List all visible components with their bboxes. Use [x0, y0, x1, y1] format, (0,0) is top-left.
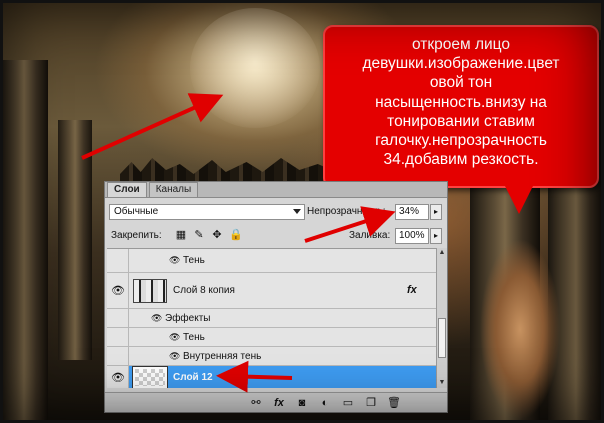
lock-transparency-icon[interactable]: ▦ — [175, 229, 187, 241]
opacity-label: Непрозрачность: — [307, 206, 386, 217]
opacity-input[interactable]: 34% — [395, 204, 429, 220]
effect-label: Тень — [183, 332, 205, 343]
add-layer-style-fx-icon[interactable]: fx — [272, 396, 286, 410]
eye-column — [107, 347, 129, 365]
effect-shadow: 👁 Тень — [169, 332, 205, 343]
girl-face-overlay — [190, 8, 320, 128]
eye-column — [107, 309, 129, 327]
eye-icon[interactable]: 👁 — [151, 313, 165, 324]
fill-label: Заливка: — [349, 230, 391, 241]
blend-opacity-row: Обычные Непрозрачность: 34% ▸ — [109, 204, 443, 220]
bottom-toolbar-icons: ⚯ fx ◙ ◐ ▭ ❐ 🗑 — [249, 396, 401, 410]
layers-list: 👁 Тень 👁 Слой 8 копия fx 👁 Эффекты 👁 Тень — [107, 248, 436, 388]
effect-label: Внутренняя тень — [183, 351, 262, 362]
scroll-down-icon[interactable]: ▼ — [437, 378, 447, 388]
layers-bottom-toolbar: ⚯ fx ◙ ◐ ▭ ❐ 🗑 — [105, 392, 447, 412]
list-item[interactable]: 👁 Тень — [107, 328, 436, 347]
fill-input[interactable]: 100% — [395, 228, 429, 244]
lock-fill-row: Закрепить: ▦ ✎ ✥ 🔒 Заливка: 100% ▸ — [109, 228, 443, 244]
list-item[interactable]: 👁 Эффекты — [107, 309, 436, 328]
chevron-down-icon — [293, 209, 301, 214]
pillar-left-far — [58, 120, 92, 360]
effects-group: 👁 Эффекты — [151, 313, 210, 324]
panel-tabs: Слои Каналы — [105, 182, 447, 198]
layer-name[interactable]: Слой 12 — [173, 372, 213, 383]
scroll-up-icon[interactable]: ▲ — [437, 248, 447, 258]
list-item[interactable]: 👁 Внутренняя тень — [107, 347, 436, 366]
effects-label: Эффекты — [165, 313, 211, 324]
lock-label: Закрепить: — [111, 230, 162, 241]
statue-figure — [470, 215, 570, 423]
annotation-text: откроем лицо девушки.изображение.цвет ов… — [362, 36, 560, 169]
opacity-slider-arrow-icon[interactable]: ▸ — [430, 204, 442, 220]
fill-slider-arrow-icon[interactable]: ▸ — [430, 228, 442, 244]
layers-scrollbar[interactable]: ▲ ▼ — [436, 248, 447, 388]
eye-icon[interactable]: 👁 — [169, 351, 183, 362]
lock-all-padlock-icon[interactable]: 🔒 — [229, 229, 243, 241]
adjustment-layer-icon[interactable]: ◐ — [318, 396, 332, 410]
delete-layer-trash-icon[interactable]: 🗑 — [387, 396, 401, 410]
effect-label: Тень — [183, 255, 205, 266]
layer-row-sloy-8-kopiya[interactable]: 👁 Слой 8 копия fx — [107, 273, 436, 309]
blend-mode-select[interactable]: Обычные — [109, 204, 305, 220]
eye-column — [107, 328, 129, 346]
link-layers-icon[interactable]: ⚯ — [249, 396, 263, 410]
layers-panel: Слои Каналы Обычные Непрозрачность: 34% … — [104, 181, 448, 413]
layer-thumbnail — [132, 366, 168, 388]
add-mask-icon[interactable]: ◙ — [295, 396, 309, 410]
layer-thumbnail — [133, 279, 167, 303]
lock-position-move-icon[interactable]: ✥ — [211, 229, 223, 241]
effect-shadow-top: 👁 Тень — [169, 255, 205, 266]
eye-column — [107, 249, 129, 272]
eye-icon[interactable]: 👁 — [169, 332, 183, 343]
effect-inner-shadow: 👁 Внутренняя тень — [169, 351, 261, 362]
layer-name[interactable]: Слой 8 копия — [173, 285, 235, 296]
eye-icon[interactable]: 👁 — [110, 284, 126, 298]
lock-pixels-brush-icon[interactable]: ✎ — [193, 229, 205, 241]
fx-icon[interactable]: fx — [407, 284, 417, 296]
lock-icons: ▦ ✎ ✥ 🔒 — [175, 229, 243, 241]
list-item[interactable]: 👁 Тень — [107, 249, 436, 273]
scroll-thumb[interactable] — [438, 318, 446, 358]
pillar-left — [0, 60, 48, 423]
layer-row-sloy-12[interactable]: 👁 Слой 12 — [107, 366, 436, 388]
tab-channels[interactable]: Каналы — [148, 182, 199, 197]
new-group-folder-icon[interactable]: ▭ — [341, 396, 355, 410]
eye-icon[interactable]: 👁 — [169, 255, 183, 266]
new-layer-icon[interactable]: ❐ — [364, 396, 378, 410]
annotation-bubble-tail — [505, 186, 533, 214]
eye-icon[interactable]: 👁 — [110, 371, 126, 385]
tab-layers[interactable]: Слои — [107, 182, 147, 197]
blend-mode-value: Обычные — [114, 206, 159, 217]
